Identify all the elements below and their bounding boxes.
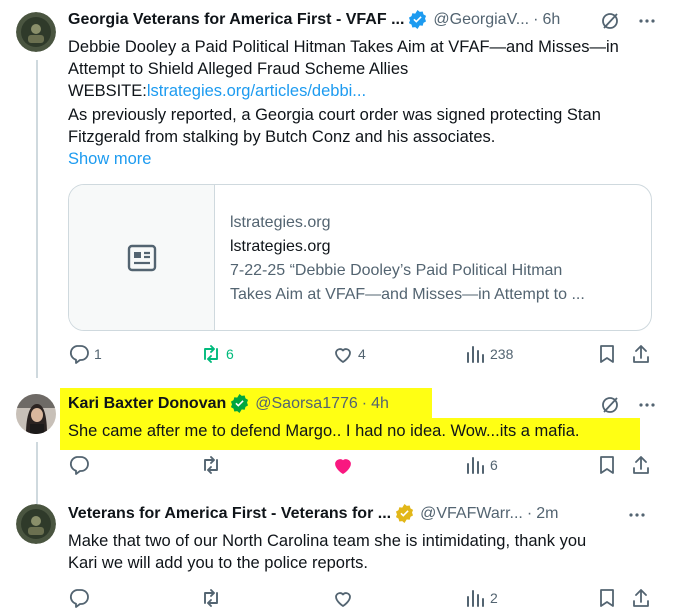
verified-badge bbox=[396, 504, 414, 523]
reply-icon bbox=[69, 345, 89, 364]
timestamp[interactable]: 2m bbox=[536, 505, 558, 523]
avatar[interactable] bbox=[16, 12, 56, 52]
link-card[interactable]: lstrategies.org lstrategies.org 7-22-25 … bbox=[68, 184, 652, 331]
separator-dot: · bbox=[361, 394, 368, 412]
tweet-text-line: Kari we will add you to the police repor… bbox=[68, 554, 368, 572]
reply-icon bbox=[69, 589, 89, 608]
avatar[interactable] bbox=[16, 394, 56, 434]
bookmark-icon bbox=[600, 456, 614, 474]
bookmark-icon bbox=[600, 345, 614, 363]
views-count: 2 bbox=[490, 590, 498, 606]
website-label: WEBSITE: bbox=[68, 82, 147, 100]
views-icon bbox=[467, 457, 484, 474]
share-button[interactable] bbox=[630, 587, 652, 609]
views-button[interactable]: 238 bbox=[464, 343, 513, 365]
tweet-text-line: Attempt to Shield Alleged Fraud Scheme A… bbox=[68, 60, 409, 78]
bookmark-button[interactable] bbox=[596, 587, 618, 609]
share-icon bbox=[633, 345, 649, 363]
repost-icon bbox=[204, 589, 218, 607]
reply-button[interactable]: 1 bbox=[68, 343, 102, 365]
bookmark-button[interactable] bbox=[596, 454, 618, 476]
handle[interactable]: @Saorsa1776 bbox=[255, 395, 358, 413]
like-icon bbox=[335, 592, 351, 607]
repost-button[interactable] bbox=[200, 454, 226, 476]
thread-line bbox=[36, 442, 38, 504]
more-icon[interactable] bbox=[638, 395, 656, 415]
views-button[interactable]: 6 bbox=[464, 454, 498, 476]
repost-button[interactable] bbox=[200, 587, 226, 609]
views-icon bbox=[467, 590, 484, 607]
website-link[interactable]: lstrategies.org/articles/debbi... bbox=[147, 82, 366, 100]
action-bar: 6 bbox=[60, 454, 660, 478]
timestamp[interactable]: 6h bbox=[542, 11, 560, 29]
show-more-link[interactable]: Show more bbox=[68, 148, 658, 170]
card-thumbnail bbox=[69, 185, 215, 330]
tweet-text: Make that two of our North Carolina team… bbox=[68, 530, 658, 574]
tweet-text: She came after me to defend Margo.. I ha… bbox=[68, 422, 580, 440]
like-icon bbox=[335, 459, 351, 474]
tweet-text: Debbie Dooley a Paid Political Hitman Ta… bbox=[68, 36, 658, 170]
grok-icon[interactable] bbox=[600, 11, 620, 31]
display-name[interactable]: Kari Baxter Donovan bbox=[68, 395, 226, 413]
repost-button[interactable]: 6 bbox=[200, 343, 234, 365]
views-button[interactable]: 2 bbox=[464, 587, 498, 609]
share-button[interactable] bbox=[630, 343, 652, 365]
reply-count: 1 bbox=[94, 346, 102, 362]
like-button[interactable]: 4 bbox=[332, 343, 366, 365]
repost-icon bbox=[204, 456, 218, 474]
like-icon bbox=[335, 348, 351, 363]
card-domain: lstrategies.org bbox=[230, 214, 331, 231]
handle[interactable]: @VFAFWarr... bbox=[420, 505, 523, 523]
share-button[interactable] bbox=[630, 454, 652, 476]
bookmark-button[interactable] bbox=[596, 343, 618, 365]
grok-icon[interactable] bbox=[600, 395, 620, 415]
tweet-text-line: Debbie Dooley a Paid Political Hitman Ta… bbox=[68, 38, 619, 56]
display-name[interactable]: Veterans for America First - Veterans fo… bbox=[68, 505, 391, 523]
avatar[interactable] bbox=[16, 504, 56, 544]
tweet-text-line: Fitzgerald from stalking by Butch Conz a… bbox=[68, 128, 496, 146]
share-icon bbox=[633, 456, 649, 474]
like-button[interactable] bbox=[332, 587, 358, 609]
reply-button[interactable] bbox=[68, 587, 94, 609]
more-icon[interactable] bbox=[628, 505, 646, 525]
handle[interactable]: @GeorgiaV... bbox=[433, 11, 529, 29]
verified-badge bbox=[231, 394, 249, 413]
share-icon bbox=[633, 589, 649, 607]
more-icon[interactable] bbox=[638, 11, 656, 31]
repost-count: 6 bbox=[226, 346, 234, 362]
card-description: Takes Aim at VFAF—and Misses—in Attempt … bbox=[230, 286, 585, 303]
bookmark-icon bbox=[600, 589, 614, 607]
reply-button[interactable] bbox=[68, 454, 94, 476]
tweet-text-line: Make that two of our North Carolina team… bbox=[68, 532, 587, 550]
timestamp[interactable]: 4h bbox=[371, 395, 389, 413]
verified-badge bbox=[409, 10, 427, 29]
action-bar: 2 bbox=[60, 587, 660, 611]
tweet-text-line: As previously reported, a Georgia court … bbox=[68, 106, 601, 124]
card-description: 7-22-25 “Debbie Dooley’s Paid Political … bbox=[230, 262, 563, 279]
thread-line bbox=[36, 60, 38, 378]
display-name[interactable]: Georgia Veterans for America First - VFA… bbox=[68, 11, 404, 29]
card-title: lstrategies.org bbox=[230, 238, 331, 255]
views-count: 238 bbox=[490, 346, 514, 362]
repost-icon bbox=[204, 345, 218, 363]
reply-icon bbox=[69, 456, 89, 475]
views-count: 6 bbox=[490, 457, 498, 473]
separator-dot: · bbox=[526, 504, 533, 522]
article-icon bbox=[127, 244, 156, 271]
action-bar: 1 6 4 238 bbox=[60, 343, 660, 367]
like-button[interactable] bbox=[332, 454, 358, 476]
views-icon bbox=[467, 346, 484, 363]
like-count: 4 bbox=[358, 346, 366, 362]
separator-dot: · bbox=[533, 10, 539, 28]
